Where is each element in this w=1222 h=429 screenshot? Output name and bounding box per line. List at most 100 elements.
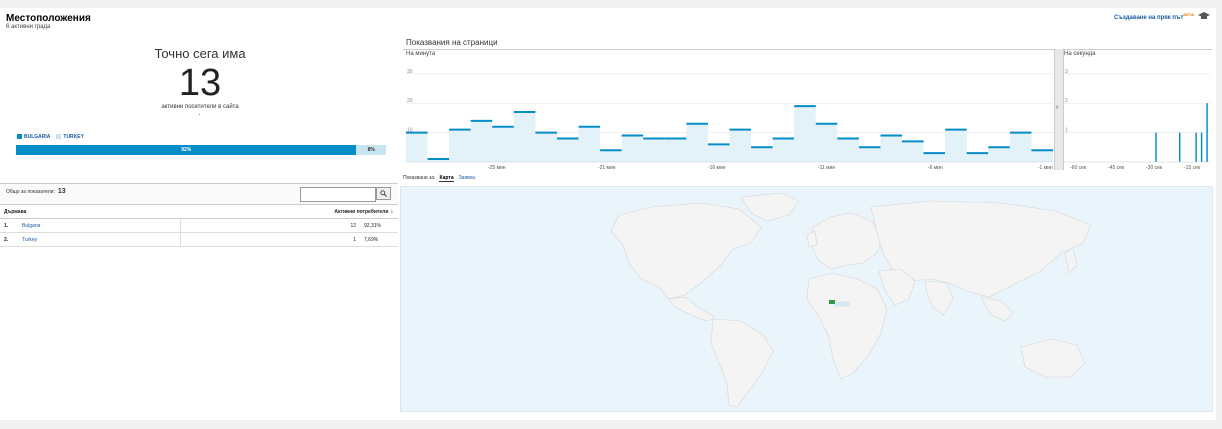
map-uk [806, 230, 818, 248]
bar-area [794, 106, 816, 162]
country-legend: BULGARIA TURKEY [17, 134, 84, 140]
table-row: 2. Turkey 1 7,69% [0, 232, 398, 247]
legend-swatch [17, 134, 22, 140]
x-tick-label: -21 мин [598, 165, 616, 170]
bar [1155, 132, 1157, 162]
country-link[interactable]: Bulgaria [18, 218, 181, 233]
active-now-caption: активни посетители в сайта [161, 104, 239, 110]
sort-down-icon: ⇣ [389, 208, 394, 215]
bar-area [966, 153, 989, 162]
graduation-cap-icon[interactable] [1198, 11, 1210, 20]
pageviews-title: Показвания на страници [406, 38, 498, 47]
view-switcher: Показвани за: Карта Заявка [403, 175, 475, 182]
total-row: Общо за показатели: 13 [0, 183, 398, 205]
country-table: Общо за показатели: 13 Държава Активни по… [0, 183, 398, 247]
bar-area [729, 129, 752, 162]
bar-area [902, 141, 924, 162]
legend-item-bulgaria: BULGARIA [17, 134, 50, 140]
per-second-svg: 3 2 1 -60 сек -45 сек -30 сек -15 сек [1064, 69, 1210, 170]
y-tick-label: 20 [407, 98, 413, 104]
bar-area [556, 138, 579, 162]
x-tick-label: -30 сек [1146, 165, 1163, 170]
map-south-america [710, 318, 774, 408]
x-tick-label: -25 мин [488, 165, 506, 170]
page-title: Местоположения [6, 13, 91, 24]
bar-area [513, 112, 536, 162]
bar-area [406, 132, 428, 162]
map-southeast-asia [980, 296, 1014, 322]
per-minute-svg: 302010-25 мин -21 мин -16 мин -11 мин -6 мин… [406, 69, 1053, 170]
bar-area [449, 129, 471, 162]
bar-area [815, 123, 838, 162]
map-africa [806, 272, 888, 380]
table-header-row: Държава Активни потребители ⇣ [0, 205, 398, 219]
x-tick-label: -16 мин [708, 165, 726, 170]
active-user-count: 13 [178, 62, 222, 104]
world-map-svg [610, 192, 1092, 408]
table-search-input[interactable] [300, 187, 376, 202]
bar-area [945, 129, 967, 162]
tab-list[interactable]: Заявка [459, 175, 475, 181]
map-europe [810, 212, 884, 270]
bar [1206, 103, 1208, 162]
country-data-table: Държава Активни потребители ⇣ 1. Bulgari… [0, 205, 398, 247]
bar-area [664, 138, 687, 162]
x-tick-label: -6 мин [928, 165, 943, 170]
x-tick-label: -60 сек [1070, 165, 1087, 170]
split-segment-turkey: 8% [356, 145, 386, 155]
beta-badge: БЕТА [1183, 12, 1194, 17]
locations-panel: Местоположения 6 активни града Създаване… [0, 8, 1216, 420]
bar-area [772, 138, 795, 162]
column-header-country[interactable]: Държава [0, 205, 181, 219]
country-link[interactable]: Turkey [18, 232, 181, 247]
search-button[interactable] [376, 187, 391, 200]
country-split-bar: 92% 8% [16, 145, 386, 155]
shortcut-label: Създаване на пряк път [1114, 15, 1184, 21]
bar-area [837, 138, 859, 162]
bar [1178, 132, 1181, 162]
bar-area [1009, 132, 1032, 162]
row-index: 2. [0, 232, 18, 247]
bar-area [621, 135, 644, 162]
column-header-active-users[interactable]: Активни потребители ⇣ [180, 205, 398, 219]
y-tick-label: 30 [407, 69, 413, 75]
chevron-right-icon[interactable]: › [1056, 104, 1058, 111]
bar-area [578, 126, 601, 162]
bar-area [923, 153, 946, 162]
map-india [924, 280, 954, 316]
bar-area [535, 132, 557, 162]
view-label: Показвани за: [403, 175, 436, 181]
create-shortcut-link[interactable]: Създаване на пряк пътБЕТА [1114, 12, 1194, 21]
bar-area [880, 135, 903, 162]
bar-area [707, 144, 730, 162]
legend-swatch [56, 134, 62, 140]
bar-area [492, 126, 514, 162]
bar-area [643, 138, 665, 162]
total-label: Общо за показатели: 13 [6, 188, 66, 195]
active-now-label: Точно сега има [154, 46, 246, 61]
row-count: 1 [180, 232, 360, 247]
tab-map[interactable]: Карта [439, 175, 454, 182]
legend-item-turkey: TURKEY [56, 134, 84, 140]
per-second-chart: На секунда 3 2 1 -60 сек -45 сек -30 сек -15 с… [1062, 49, 1212, 170]
separator-dot [199, 114, 200, 115]
bar-area [751, 147, 773, 162]
row-percent: 92,31% [360, 218, 398, 233]
map-australia [1020, 338, 1086, 378]
table-row: 1. Bulgaria 12 92,31% [0, 218, 398, 233]
x-tick-label: -45 сек [1108, 165, 1125, 170]
per-minute-chart: На минута 30 20 10 -25 мин -21 мин -16 мин -11… [403, 49, 1055, 170]
y-tick-label: 2 [1065, 98, 1068, 104]
x-tick-label: -15 сек [1184, 165, 1201, 170]
row-index: 1. [0, 218, 18, 233]
map-central-america [668, 296, 716, 322]
map-highlight-turkey [834, 301, 850, 307]
map-greenland [740, 192, 800, 222]
bar-area [988, 147, 1010, 162]
world-map[interactable] [400, 186, 1213, 412]
row-count: 12 [180, 218, 360, 233]
row-percent: 7,69% [360, 232, 398, 247]
map-highlight-bulgaria [829, 300, 835, 304]
bar-area [1031, 150, 1053, 162]
bar-area [600, 150, 622, 162]
